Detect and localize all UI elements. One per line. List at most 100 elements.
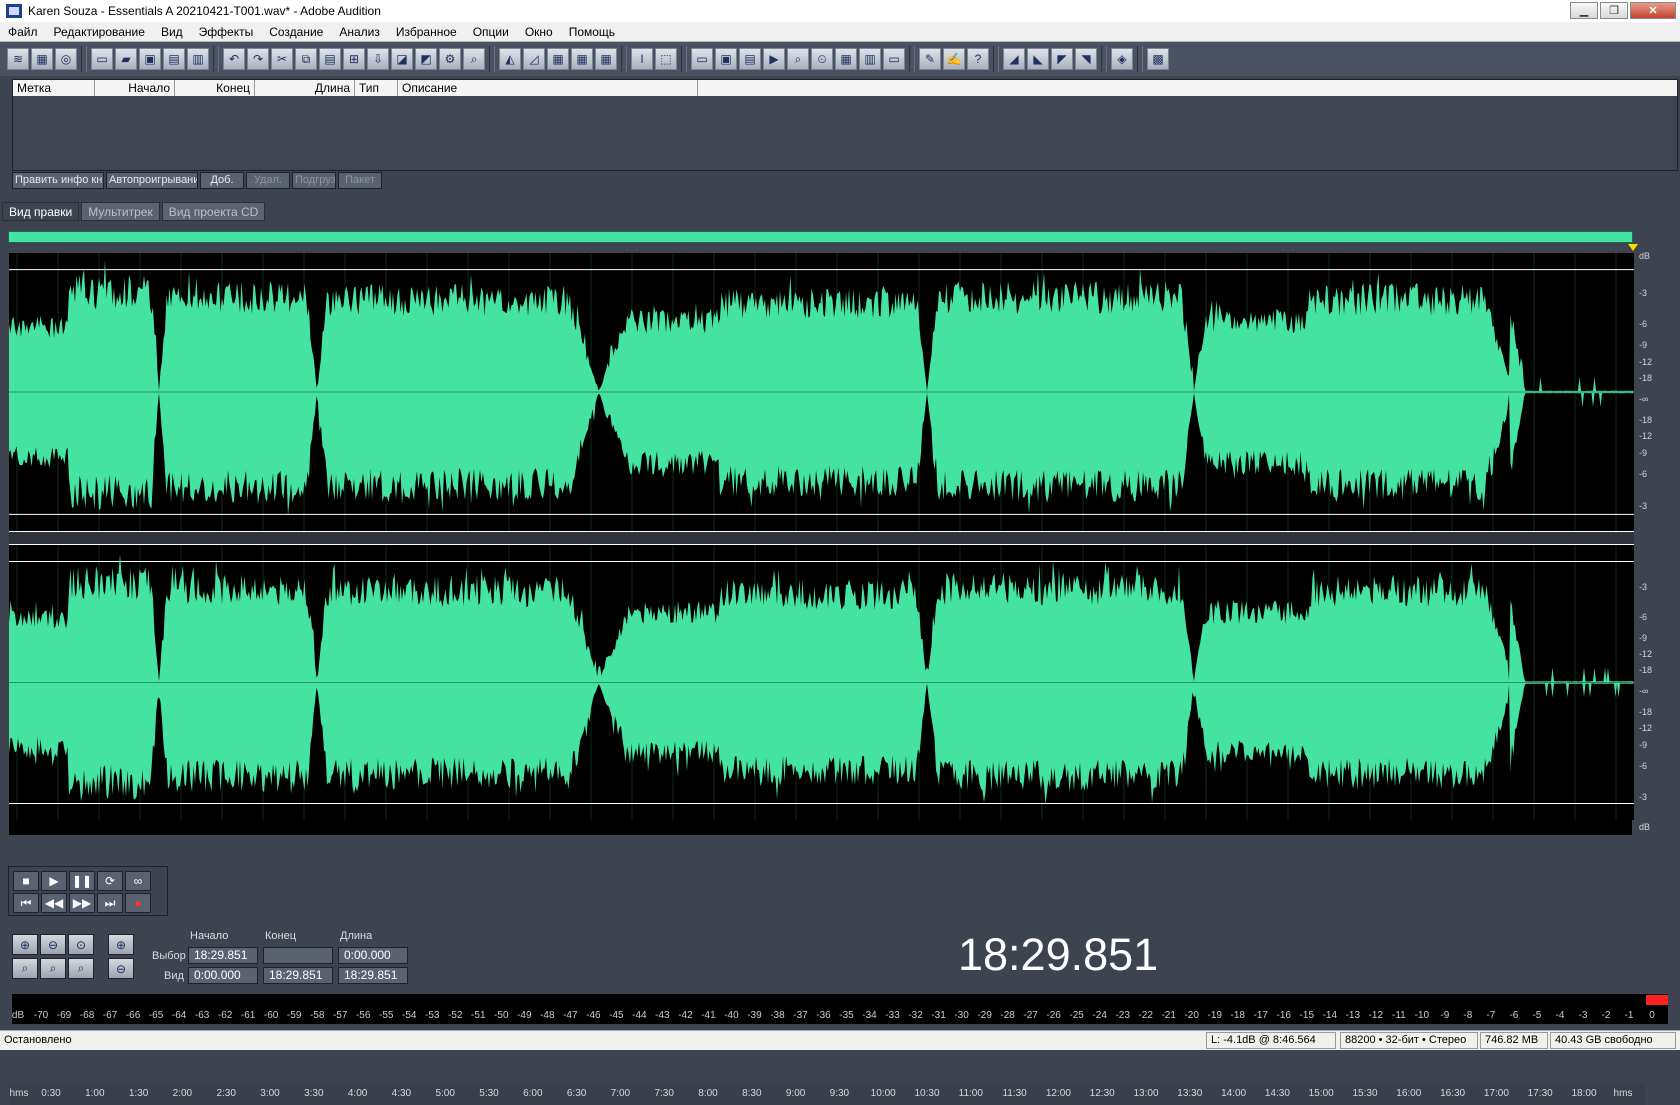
time-ruler[interactable]: hms 0:30 1:00 1:30 2:00 2:30 3:00 3:30 4:00 4:30 5… [9,1083,1645,1105]
view-end-field[interactable]: 18:29.851 [263,967,333,984]
spectral-icon[interactable]: ◭ [499,48,521,70]
zoom-selection-icon[interactable]: ⌕ [68,958,94,979]
add-cue-button[interactable]: Доб. [200,172,244,189]
zoom-right-icon[interactable]: ⌕ [40,958,66,979]
close-file-icon[interactable]: ▥ [187,48,209,70]
effect4-icon[interactable]: ◥ [1075,48,1097,70]
maximize-button[interactable]: ❐ [1600,2,1628,19]
cut-icon[interactable]: ✂ [271,48,293,70]
tab-edit-view[interactable]: Вид правки [2,202,80,221]
close-button[interactable]: ✕ [1630,2,1676,19]
edit-cue-info-button[interactable]: Править инфо кн [12,172,104,189]
waveform-display[interactable]: hms 0:30 1:00 1:30 2:00 2:30 3:00 3:30 4:00 4:30 5… [8,252,1645,1105]
envelope-icon[interactable]: ◿ [523,48,545,70]
effect3-icon[interactable]: ◤ [1051,48,1073,70]
menu-effects[interactable]: Эффекты [191,25,262,39]
load-cue-button[interactable]: Подгруз [292,172,336,189]
effect2-icon[interactable]: ◣ [1027,48,1049,70]
levels-panel-icon[interactable]: ▥ [859,48,881,70]
status-panel-icon[interactable]: ▭ [883,48,905,70]
zoom-in-icon[interactable]: ⊕ [12,934,38,955]
scripts-icon[interactable]: ✎ [919,48,941,70]
delete-cue-button[interactable]: Удал. [246,172,290,189]
edit-view-icon[interactable]: ▦ [31,48,53,70]
mark-icon[interactable]: ◪ [391,48,413,70]
col-description[interactable]: Описание [398,80,698,96]
menu-favorites[interactable]: Избранное [388,25,465,39]
overview-bar[interactable] [8,231,1633,243]
menu-generate[interactable]: Создание [261,25,331,39]
window-icon[interactable]: ▭ [691,48,713,70]
minimize-button[interactable]: ▁ [1570,2,1598,19]
spectrum-icon[interactable]: ▩ [1147,48,1169,70]
zoom-in-vertical-icon[interactable]: ⊕ [108,934,134,955]
selection-length-field[interactable]: 0:00.000 [338,947,408,964]
menu-analyze[interactable]: Анализ [331,25,388,39]
col-end[interactable]: Конец [175,80,255,96]
pause-button[interactable]: ❚❚ [69,871,95,891]
menu-edit[interactable]: Редактирование [46,25,153,39]
marquee-icon[interactable]: ⬚ [655,48,677,70]
autoplay-button[interactable]: Автопроигрывани [106,172,198,189]
snapshot-icon[interactable]: ◩ [415,48,437,70]
col-length[interactable]: Длина [255,80,355,96]
selection-end-field[interactable] [263,947,333,964]
waveform-channel-right[interactable] [9,545,1634,820]
view-start-field[interactable]: 0:00.000 [188,967,258,984]
save-icon[interactable]: ▣ [139,48,161,70]
files-icon[interactable]: ▤ [739,48,761,70]
end-marker-icon[interactable] [1628,244,1638,251]
time-selection-icon[interactable]: I [631,48,653,70]
save-as-icon[interactable]: ▤ [163,48,185,70]
col-type[interactable]: Тип [355,80,398,96]
menu-options[interactable]: Опции [465,25,517,39]
zoom-full-icon[interactable]: ⊙ [68,934,94,955]
menu-file[interactable]: Файл [0,25,46,39]
zoom-out-vertical-icon[interactable]: ⊖ [108,958,134,979]
go-to-start-button[interactable]: ⏮ [13,893,39,913]
paste-icon[interactable]: ▤ [319,48,341,70]
clip-indicator[interactable] [1646,995,1668,1005]
trim-icon[interactable]: ⊞ [343,48,365,70]
col-start[interactable]: Начало [95,80,175,96]
channel-grid2-icon[interactable]: ▦ [571,48,593,70]
find-icon[interactable]: ⌕ [463,48,485,70]
loop-button[interactable]: ∞ [125,871,151,891]
channel-grid-icon[interactable]: ▦ [547,48,569,70]
transport-panel-icon[interactable]: ▶ [763,48,785,70]
analysis-icon[interactable]: ◈ [1111,48,1133,70]
tab-cd-project[interactable]: Вид проекта CD [161,202,266,221]
go-to-end-button[interactable]: ⏭ [97,893,123,913]
copy-icon[interactable]: ⧉ [295,48,317,70]
zoom-left-icon[interactable]: ⌕ [12,958,38,979]
fast-forward-button[interactable]: ▶▶ [69,893,95,913]
mix-paste-icon[interactable]: ⇩ [367,48,389,70]
undo-icon[interactable]: ↶ [223,48,245,70]
tab-multitrack[interactable]: Мультитрек [81,202,160,221]
menu-help[interactable]: Помощь [561,25,623,39]
play-button[interactable]: ▶ [41,871,67,891]
zoom-panel-icon[interactable]: ⌕ [787,48,809,70]
selection-start-field[interactable]: 18:29.851 [188,947,258,964]
channel-grid3-icon[interactable]: ▦ [595,48,617,70]
batch-icon[interactable]: ✍ [943,48,965,70]
record-button[interactable]: ● [125,893,151,913]
effect1-icon[interactable]: ◢ [1003,48,1025,70]
zoom-out-icon[interactable]: ⊖ [40,934,66,955]
help-icon[interactable]: ? [967,48,989,70]
view-length-field[interactable]: 18:29.851 [338,967,408,984]
menu-view[interactable]: Вид [153,25,191,39]
batch-cue-button[interactable]: Пакет [338,172,382,189]
time-panel-icon[interactable]: ⏲ [811,48,833,70]
waveform-channel-left[interactable] [9,253,1634,531]
rewind-button[interactable]: ◀◀ [41,893,67,913]
new-file-icon[interactable]: ▭ [91,48,113,70]
stop-button[interactable]: ■ [13,871,39,891]
settings-icon[interactable]: ⚙ [439,48,461,70]
selection-panel-icon[interactable]: ▦ [835,48,857,70]
redo-icon[interactable]: ↷ [247,48,269,70]
cd-icon[interactable]: ◎ [55,48,77,70]
organizer-icon[interactable]: ▣ [715,48,737,70]
multitrack-icon[interactable]: ≋ [7,48,29,70]
play-to-end-button[interactable]: ⟳ [97,871,123,891]
